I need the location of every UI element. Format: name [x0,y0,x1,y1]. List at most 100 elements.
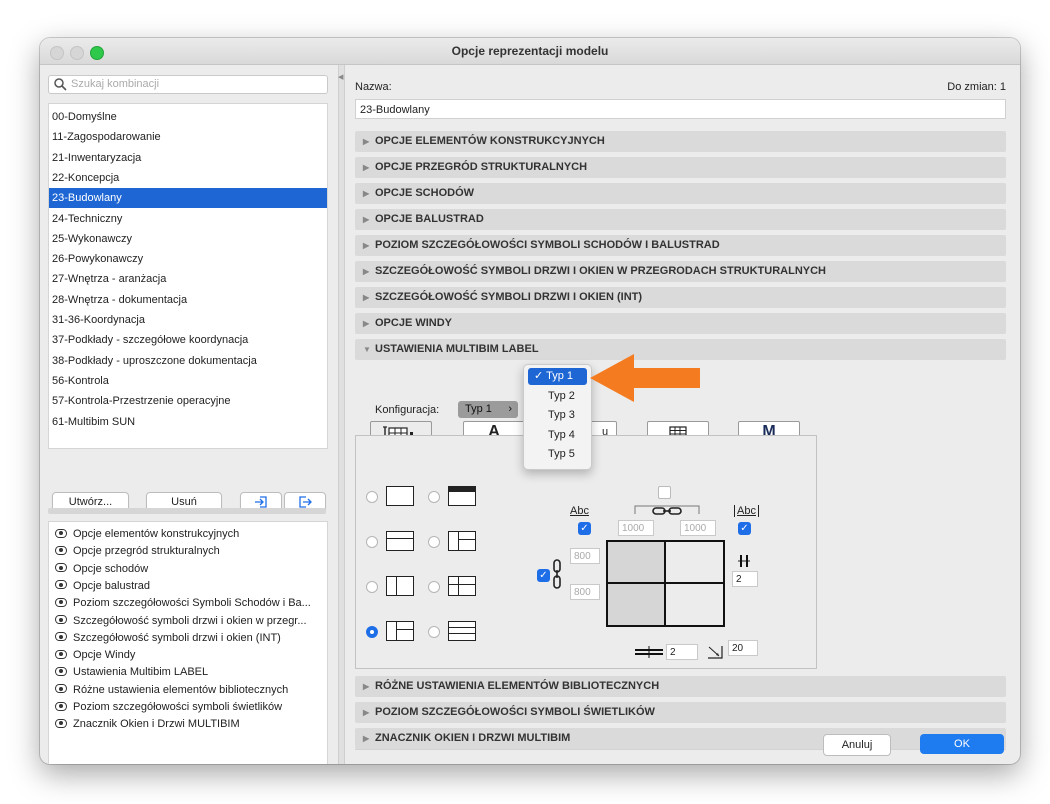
option-item[interactable]: Poziom szczegółowości symboli świetlików [55,699,282,716]
corner-value[interactable]: 20 [728,640,758,656]
right-value[interactable]: 2 [732,571,758,587]
eye-icon[interactable] [55,632,67,642]
combination-item[interactable]: 21-Inwentaryzacja [49,148,327,168]
option-item[interactable]: Szczegółowość symboli drzwi i okien (INT… [55,630,281,647]
eye-icon[interactable] [55,597,67,607]
eye-icon[interactable] [55,563,67,573]
section-header[interactable]: ▶ OPCJE ELEMENTÓW KONSTRUKCYJNYCH [355,131,1006,152]
disclosure-closed-icon[interactable]: ▶ [363,183,369,204]
layout-radio-4[interactable] [428,536,440,548]
abc-right-checkbox[interactable]: ✓ [738,522,751,535]
disclosure-closed-icon[interactable]: ▶ [363,235,369,256]
config-dropdown[interactable]: Typ 1 › [458,401,518,418]
disclosure-closed-icon[interactable]: ▶ [363,728,369,749]
menu-item[interactable]: Typ 2 [528,388,587,405]
eye-icon[interactable] [55,545,67,555]
eye-icon[interactable] [55,701,67,711]
left-bottom-value[interactable]: 800 [570,584,600,600]
panel-splitter[interactable] [48,508,326,514]
section-header[interactable]: ▶ OPCJE BALUSTRAD [355,209,1006,230]
vertical-splitter[interactable]: ◀ [338,65,345,764]
search-input[interactable]: Szukaj kombinacji [48,75,328,94]
option-item[interactable]: Opcje Windy [55,647,135,664]
left-top-value[interactable]: 800 [570,548,600,564]
top-small-checkbox[interactable] [658,486,671,499]
combination-item[interactable]: 27-Wnętrza - aranżacja [49,269,327,289]
option-item[interactable]: Opcje balustrad [55,578,150,595]
combination-item[interactable]: 25-Wykonawczy [49,229,327,249]
layout-radio-7[interactable] [366,626,378,638]
eye-icon[interactable] [55,649,67,659]
combination-item[interactable]: 24-Techniczny [49,209,327,229]
menu-item[interactable]: Typ 5 [528,446,587,463]
option-item[interactable]: Ustawienia Multibim LABEL [55,664,208,681]
eye-icon[interactable] [55,666,67,676]
menu-item[interactable]: ✓ Typ 1 [528,368,587,385]
collapse-arrow-icon[interactable]: ◀ [338,73,343,81]
disclosure-closed-icon[interactable]: ▶ [363,131,369,152]
option-item[interactable]: Różne ustawienia elementów bibliotecznyc… [55,682,288,699]
disclosure-closed-icon[interactable]: ▶ [363,676,369,697]
combination-list[interactable]: 00-Domyślne 11-Zagospodarowanie 21-Inwenta… [48,103,328,449]
combination-item[interactable]: 26-Powykonawczy [49,249,327,269]
layout-radio-6[interactable] [428,581,440,593]
bottom-value[interactable]: 2 [666,644,698,660]
option-item[interactable]: Znacznik Okien i Drzwi MULTIBIM [55,716,240,733]
section-header[interactable]: ▶ ZNACZNIK OKIEN I DRZWI MULTIBIM [355,728,1006,749]
disclosure-closed-icon[interactable]: ▶ [363,209,369,230]
option-item[interactable]: Poziom szczegółowości Symboli Schodów i … [55,595,311,612]
menu-item[interactable]: Typ 4 [528,427,587,444]
combination-item[interactable]: 61-Multibim SUN [49,412,327,432]
disclosure-closed-icon[interactable]: ▶ [363,157,369,178]
layout-radio-1[interactable] [366,491,378,503]
name-input[interactable]: 23-Budowlany [355,99,1006,119]
section-header[interactable]: ▶ POZIOM SZCZEGÓŁOWOŚCI SYMBOLI ŚWIETLIKÓ… [355,702,1006,723]
abc-top-checkbox[interactable]: ✓ [578,522,591,535]
combination-item[interactable]: 11-Zagospodarowanie [49,127,327,147]
section-header[interactable]: ▶ POZIOM SZCZEGÓŁOWOŚCI SYMBOLI SCHODÓW I… [355,235,1006,256]
combination-item[interactable]: 22-Koncepcja [49,168,327,188]
left-link-checkbox[interactable]: ✓ [537,569,550,582]
export-icon [299,496,312,508]
disclosure-closed-icon[interactable]: ▶ [363,287,369,308]
options-list[interactable]: Opcje elementów konstrukcyjnych Opcje prz… [48,521,328,764]
eye-icon[interactable] [55,684,67,694]
combination-item[interactable]: 00-Domyślne [49,107,327,127]
option-item[interactable]: Opcje schodów [55,561,148,578]
section-header[interactable]: ▶ RÓŻNE USTAWIENIA ELEMENTÓW BIBLIOTECZNY… [355,676,1006,697]
menu-item[interactable]: Typ 3 [528,407,587,424]
section-label: OPCJE PRZEGRÓD STRUKTURALNYCH [375,161,588,173]
combination-item[interactable]: 37-Podkłady - szczegółowe koordynacja [49,330,327,350]
layout-radio-2[interactable] [428,491,440,503]
layout-radio-8[interactable] [428,626,440,638]
ok-button[interactable]: OK [920,734,1004,754]
disclosure-closed-icon[interactable]: ▶ [363,702,369,723]
combination-item[interactable]: 56-Kontrola [49,371,327,391]
disclosure-closed-icon[interactable]: ▶ [363,313,369,334]
config-dropdown-menu[interactable]: ✓ Typ 1 Typ 2 Typ 3 Typ 4 Typ 5 [523,364,592,470]
top-left-value[interactable]: 1000 [618,520,654,536]
disclosure-closed-icon[interactable]: ▶ [363,261,369,282]
combination-item[interactable]: 28-Wnętrza - dokumentacja [49,290,327,310]
option-item[interactable]: Szczegółowość symboli drzwi i okien w pr… [55,613,307,630]
eye-icon[interactable] [55,718,67,728]
layout-radio-3[interactable] [366,536,378,548]
combination-item[interactable]: 31-36-Koordynacja [49,310,327,330]
combination-item[interactable]: 57-Kontrola-Przestrzenie operacyjne [49,391,327,411]
section-header[interactable]: ▶ OPCJE PRZEGRÓD STRUKTURALNYCH [355,157,1006,178]
section-header[interactable]: ▶ OPCJE SCHODÓW [355,183,1006,204]
layout-radio-5[interactable] [366,581,378,593]
option-item[interactable]: Opcje elementów konstrukcyjnych [55,526,239,543]
eye-icon[interactable] [55,528,67,538]
combination-item[interactable]: 38-Podkłady - uproszczone dokumentacja [49,351,327,371]
eye-icon[interactable] [55,580,67,590]
combination-item[interactable]: 23-Budowlany [49,188,327,209]
top-right-value[interactable]: 1000 [680,520,716,536]
section-header[interactable]: ▶ SZCZEGÓŁOWOŚĆ SYMBOLI DRZWI I OKIEN W P… [355,261,1006,282]
section-header[interactable]: ▶ SZCZEGÓŁOWOŚĆ SYMBOLI DRZWI I OKIEN (IN… [355,287,1006,308]
cancel-button[interactable]: Anuluj [823,734,891,756]
section-header[interactable]: ▶ OPCJE WINDY [355,313,1006,334]
option-item[interactable]: Opcje przegród strukturalnych [55,543,220,560]
eye-icon[interactable] [55,615,67,625]
disclosure-open-icon[interactable]: ▼ [363,339,371,360]
